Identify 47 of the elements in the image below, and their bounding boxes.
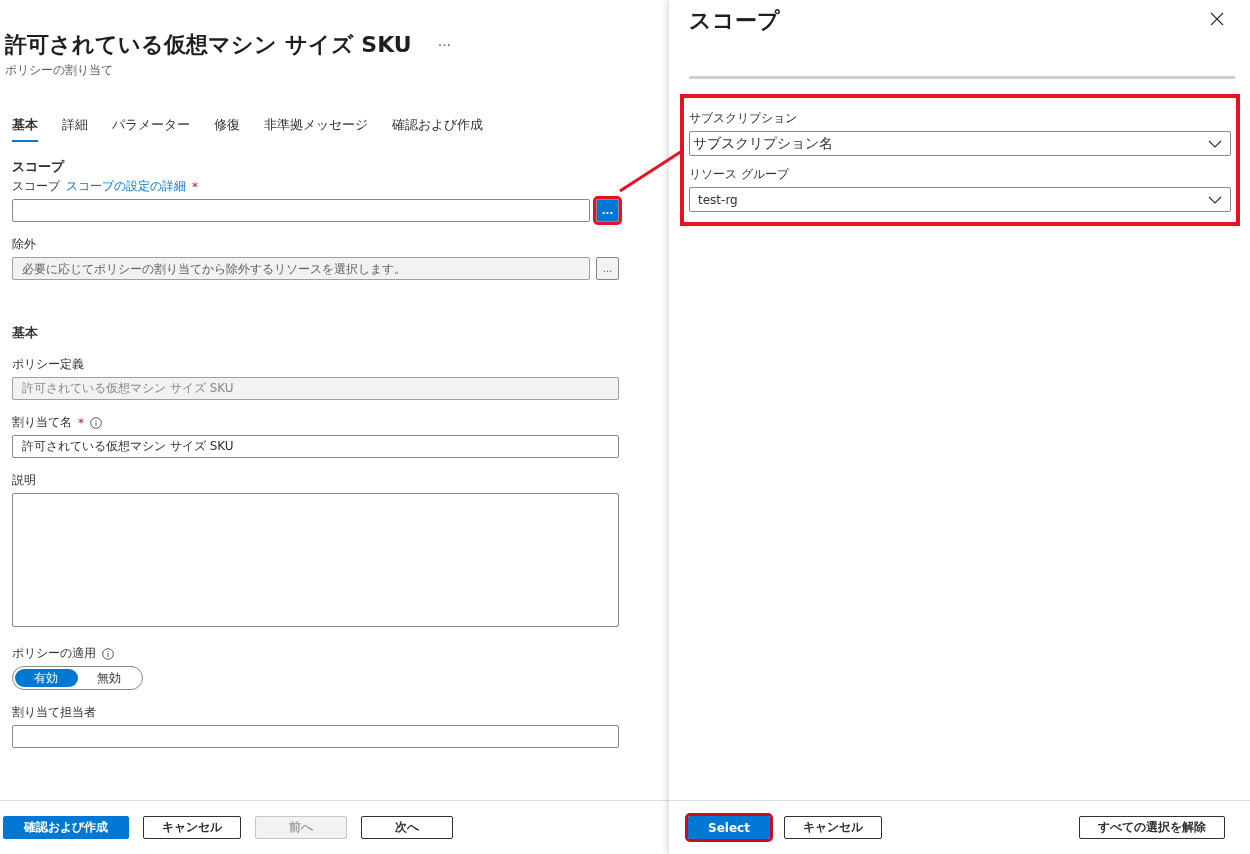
field-label: ポリシー定義 <box>12 356 84 373</box>
field-label: 説明 <box>12 472 36 489</box>
field-label: サブスクリプション <box>689 110 797 127</box>
secondary-button[interactable]: キャンセル <box>784 816 882 839</box>
panel-title: スコープ <box>689 7 780 35</box>
field-label: スコープ <box>12 178 60 195</box>
info-icon[interactable] <box>102 647 114 660</box>
field-label: リソース グループ <box>689 166 789 183</box>
tab[interactable]: 確認および作成 <box>392 113 483 142</box>
page-title: 許可されている仮想マシン サイズ SKU <box>5 31 412 59</box>
tab[interactable]: 詳細 <box>62 113 88 142</box>
more-options[interactable]: ··· <box>437 37 452 53</box>
info-icon[interactable] <box>90 416 102 429</box>
scope-field[interactable] <box>12 199 590 222</box>
leader-line <box>618 148 684 194</box>
exclusions-field[interactable]: 必要に応じてポリシーの割り当てから除外するリソースを選択します。 <box>12 257 590 280</box>
dropdown[interactable]: サブスクリプション名 <box>689 131 1231 156</box>
field-label: 割り当て担当者 <box>12 704 96 721</box>
text-field[interactable]: 許可されている仮想マシン サイズ SKU <box>12 435 619 458</box>
toggle-option[interactable]: 有効 <box>15 669 78 687</box>
section-heading: 基本 <box>12 324 39 342</box>
browse-button[interactable]: ... <box>596 257 619 280</box>
text-field[interactable] <box>12 725 619 748</box>
tab[interactable]: パラメーター <box>112 113 190 142</box>
secondary-button[interactable]: 次へ <box>361 816 453 839</box>
scope-help-link[interactable]: スコープの設定の詳細 <box>66 178 186 195</box>
required-asterisk: * <box>78 415 84 430</box>
tab[interactable]: 非準拠メッセージ <box>264 113 368 142</box>
field-label: ポリシーの適用 <box>12 645 96 662</box>
required-asterisk: * <box>192 179 198 194</box>
secondary-button[interactable]: すべての選択を解除 <box>1079 816 1225 839</box>
secondary-button[interactable]: キャンセル <box>143 816 241 839</box>
primary-button[interactable]: Select <box>688 816 770 839</box>
field-label: 割り当て名 <box>12 414 72 431</box>
dropdown[interactable]: test-rg <box>689 187 1231 212</box>
toggle-option[interactable]: 無効 <box>77 669 140 687</box>
chevron-down-icon <box>1208 195 1222 204</box>
close-icon[interactable] <box>1210 12 1224 26</box>
tab[interactable]: 基本 <box>12 113 38 142</box>
section-heading: スコープ <box>12 158 66 176</box>
primary-button[interactable]: 確認および作成 <box>3 816 129 839</box>
tab[interactable]: 修復 <box>214 113 240 142</box>
chevron-down-icon <box>1208 139 1222 148</box>
browse-button[interactable]: ... <box>596 199 619 222</box>
description-field[interactable] <box>12 493 619 627</box>
page-subtitle: ポリシーの割り当て <box>5 62 114 79</box>
field-label: 除外 <box>12 236 36 253</box>
